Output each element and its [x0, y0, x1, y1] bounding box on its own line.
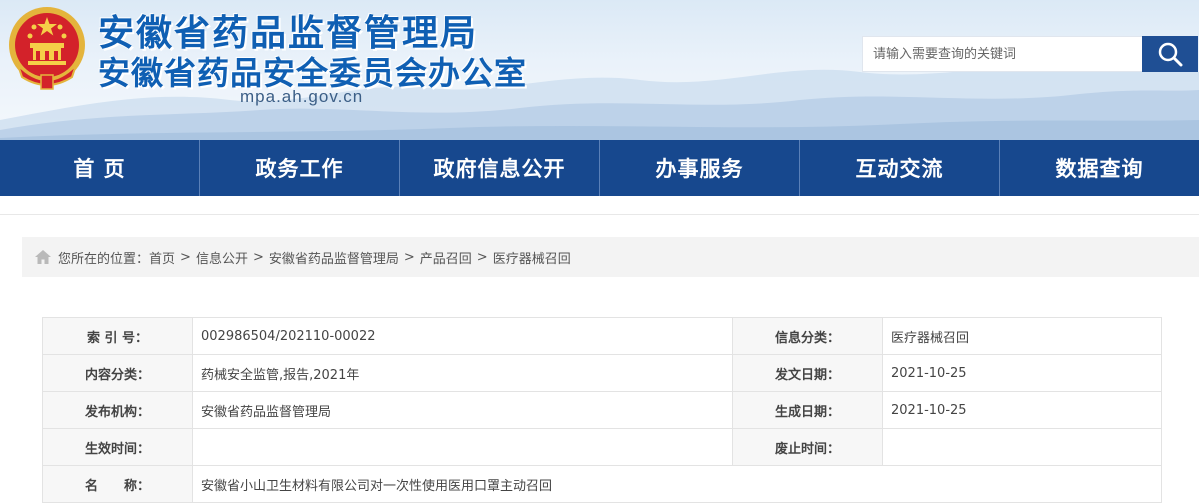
document-name-value: 安徽省小山卫生材料有限公司对一次性使用医用口罩主动召回 — [192, 465, 1162, 503]
content-area: 您所在的位置： 首页 > 信息公开 > 安徽省药品监督管理局 > 产品召回 > … — [0, 214, 1199, 503]
breadcrumb-link-bureau[interactable]: 安徽省药品监督管理局 — [269, 248, 399, 267]
publisher-label: 发布机构： — [42, 391, 193, 429]
generated-date-label: 生成日期： — [732, 391, 883, 429]
generated-date-value: 2021-10-25 — [882, 391, 1162, 429]
search-box — [862, 36, 1198, 72]
table-row: 内容分类： 药械安全监管,报告,2021年 发文日期： 2021-10-25 — [42, 354, 1162, 392]
breadcrumb-separator: > — [180, 249, 191, 265]
breadcrumb-link-recall[interactable]: 产品召回 — [420, 248, 472, 267]
effective-time-value — [192, 428, 733, 466]
national-emblem-icon — [9, 7, 85, 90]
document-meta-table: 索 引 号： 002986504/202110-00022 信息分类： 医疗器械… — [42, 317, 1162, 503]
nav-item-government-affairs[interactable]: 政务工作 — [200, 140, 400, 196]
nav-item-info-disclosure[interactable]: 政府信息公开 — [400, 140, 600, 196]
site-domain: mpa.ah.gov.cn — [240, 87, 364, 106]
nav-item-home[interactable]: 首 页 — [0, 140, 200, 196]
table-row: 生效时间： 废止时间： — [42, 428, 1162, 466]
issue-date-value: 2021-10-25 — [882, 354, 1162, 392]
search-input[interactable] — [863, 37, 1145, 71]
table-row: 发布机构： 安徽省药品监督管理局 生成日期： 2021-10-25 — [42, 391, 1162, 429]
table-row: 名 称： 安徽省小山卫生材料有限公司对一次性使用医用口罩主动召回 — [42, 465, 1162, 503]
breadcrumb-link-device-recall[interactable]: 医疗器械召回 — [493, 248, 571, 267]
main-nav: 首 页 政务工作 政府信息公开 办事服务 互动交流 数据查询 — [0, 140, 1199, 196]
nav-item-data-query[interactable]: 数据查询 — [1000, 140, 1199, 196]
breadcrumb: 您所在的位置： 首页 > 信息公开 > 安徽省药品监督管理局 > 产品召回 > … — [22, 237, 1199, 277]
index-value: 002986504/202110-00022 — [192, 317, 733, 355]
breadcrumb-link-home[interactable]: 首页 — [149, 248, 175, 267]
category-value: 医疗器械召回 — [882, 317, 1162, 355]
breadcrumb-link-info[interactable]: 信息公开 — [196, 248, 248, 267]
document-name-label: 名 称： — [42, 465, 193, 503]
publisher-value: 安徽省药品监督管理局 — [192, 391, 733, 429]
index-label: 索 引 号： — [42, 317, 193, 355]
site-header: 安徽省药品监督管理局 安徽省药品安全委员会办公室 mpa.ah.gov.cn — [0, 0, 1199, 140]
search-icon — [1158, 42, 1183, 67]
breadcrumb-separator: > — [403, 249, 415, 265]
breadcrumb-separator: > — [252, 249, 264, 265]
content-category-label: 内容分类： — [42, 354, 193, 392]
nav-item-interaction[interactable]: 互动交流 — [800, 140, 1000, 196]
issue-date-label: 发文日期： — [732, 354, 883, 392]
breadcrumb-separator: > — [476, 249, 488, 265]
search-button[interactable] — [1142, 36, 1198, 72]
breadcrumb-prefix: 您所在的位置： — [58, 251, 150, 267]
expire-time-value — [882, 428, 1162, 466]
effective-time-label: 生效时间： — [42, 428, 193, 466]
category-label: 信息分类： — [732, 317, 883, 355]
home-icon — [35, 250, 51, 264]
expire-time-label: 废止时间： — [732, 428, 883, 466]
nav-item-services[interactable]: 办事服务 — [600, 140, 800, 196]
content-category-value: 药械安全监管,报告,2021年 — [192, 354, 733, 392]
table-row: 索 引 号： 002986504/202110-00022 信息分类： 医疗器械… — [42, 317, 1162, 355]
